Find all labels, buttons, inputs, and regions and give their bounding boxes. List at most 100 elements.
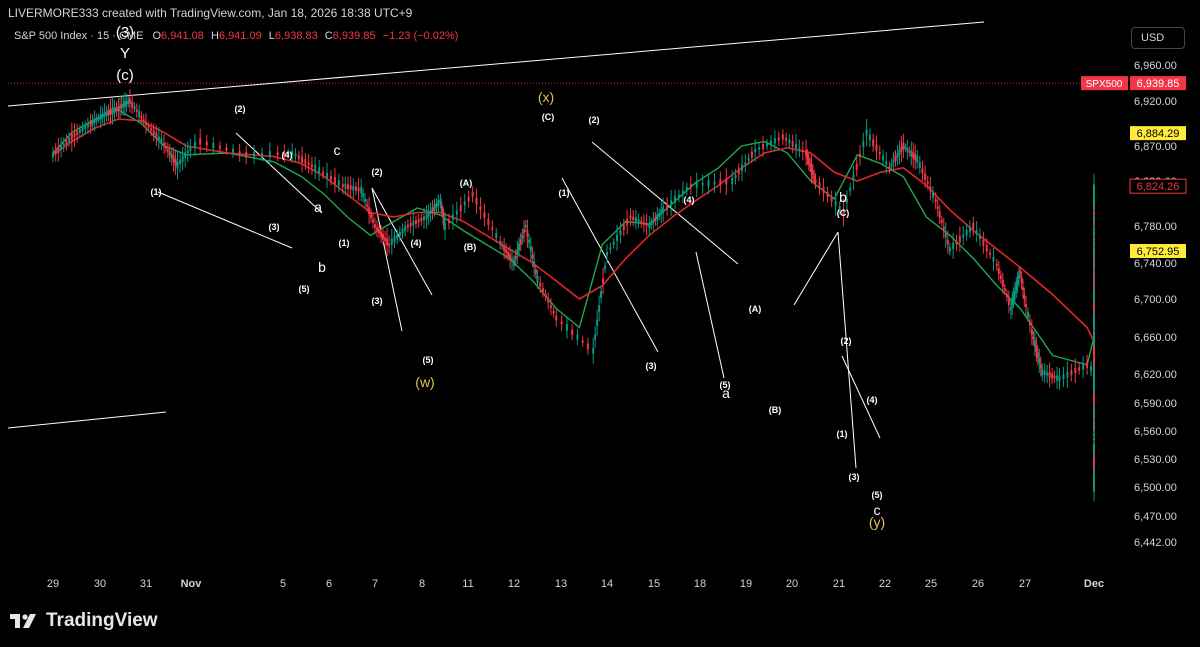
wave-label: Y — [120, 45, 130, 62]
price-candle — [912, 152, 915, 159]
price-candle — [918, 162, 921, 168]
y-tick-label: 6,870.00 — [1134, 141, 1177, 153]
symbol-legend[interactable]: S&P 500 Index · 15 · CME O6,941.08 H6,94… — [14, 30, 462, 42]
price-candle — [1078, 366, 1081, 371]
price-candle — [944, 232, 947, 238]
trendline[interactable] — [695, 251, 725, 379]
price-candle — [896, 153, 899, 158]
wave-label: (1) — [339, 238, 350, 248]
trendline[interactable] — [157, 191, 293, 249]
price-candle — [62, 143, 65, 146]
trendline[interactable] — [7, 411, 167, 429]
price-candle — [762, 144, 765, 150]
price-candle — [105, 111, 108, 116]
y-tick-label: 6,920.00 — [1134, 96, 1177, 108]
price-candle — [181, 155, 184, 162]
trendline[interactable] — [371, 187, 403, 332]
price-candle — [54, 150, 57, 155]
price-candle — [1051, 373, 1054, 379]
price-candle — [1058, 376, 1061, 382]
price-candle — [396, 234, 399, 240]
price-candle — [99, 114, 102, 120]
price-candle — [766, 143, 769, 147]
price-candle — [447, 219, 450, 224]
price-candle — [471, 192, 474, 197]
low-value: 6,938.83 — [274, 30, 318, 42]
price-candle — [785, 137, 788, 141]
price-candle — [297, 155, 300, 160]
price-candle — [179, 159, 182, 165]
price-candle — [882, 155, 885, 161]
price-candle — [420, 217, 423, 222]
price-candle — [985, 244, 988, 252]
price-candle — [604, 265, 607, 270]
price-candle — [932, 191, 935, 198]
price-candle — [626, 219, 629, 226]
price-candle — [965, 229, 968, 236]
price-candle — [89, 120, 92, 127]
price-candle — [533, 261, 536, 268]
wave-labels: (3) Y (c) (1) (2) (4) (3) (5) a b c (1) (2) (3) (4) (5)… — [116, 24, 885, 530]
wave-label: (x) — [538, 89, 554, 105]
price-candle — [654, 217, 657, 222]
price-candle — [648, 223, 651, 229]
price-candle — [326, 172, 329, 178]
price-candle — [1066, 371, 1069, 378]
price-candle — [1036, 352, 1039, 359]
price-candle — [652, 220, 655, 223]
price-candle — [875, 144, 878, 152]
price-candle — [754, 148, 757, 153]
price-candle — [598, 305, 601, 312]
close-value: 6,939.85 — [332, 30, 376, 42]
symbol-name[interactable]: S&P 500 Index · 15 · CME — [14, 30, 143, 42]
price-candle — [1082, 363, 1085, 370]
price-candle — [401, 228, 404, 234]
price-candle — [645, 223, 648, 227]
price-candle — [859, 153, 862, 158]
price-candle — [232, 148, 235, 154]
price-candle — [487, 218, 490, 225]
price-candle — [1093, 443, 1095, 451]
price-candle — [163, 143, 165, 146]
price-candle — [431, 207, 434, 213]
high-label: H — [210, 30, 219, 42]
price-candle — [145, 121, 147, 126]
price-candle — [97, 117, 100, 120]
price-candle — [364, 198, 367, 203]
price-candle — [586, 343, 589, 349]
price-candle — [70, 133, 73, 141]
price-candle — [773, 138, 776, 144]
price-candle — [352, 185, 355, 191]
price-candle — [455, 210, 458, 215]
price-candle — [184, 152, 187, 158]
currency-button[interactable]: USD — [1131, 27, 1185, 49]
y-tick-label: 6,740.00 — [1134, 258, 1177, 270]
trendlines[interactable] — [7, 21, 985, 469]
price-candle — [164, 146, 167, 149]
price-candle — [138, 110, 141, 117]
price-candle — [427, 212, 430, 217]
price-candle — [914, 154, 917, 161]
price-candle — [374, 224, 376, 228]
price-candle — [948, 246, 951, 252]
price-candle — [519, 239, 522, 245]
wave-label: (1) — [151, 187, 162, 197]
wave-label: (5) — [872, 490, 883, 500]
price-candle — [940, 219, 943, 223]
wave-label: (2) — [589, 115, 600, 125]
trendline[interactable] — [793, 231, 839, 306]
price-chart[interactable]: (3) Y (c) (1) (2) (4) (3) (5) a b c (1) (2) (3) (4) (5)… — [0, 0, 1200, 647]
price-candle — [526, 230, 529, 237]
price-candle — [349, 185, 352, 190]
y-tick-label: 6,620.00 — [1134, 369, 1177, 381]
price-candle — [807, 157, 810, 165]
price-candle — [674, 196, 677, 203]
price-candle — [1021, 287, 1024, 291]
wave-label: (A) — [749, 304, 762, 314]
price-candle — [894, 155, 897, 162]
price-candle — [1093, 396, 1095, 401]
price-candle — [541, 288, 544, 292]
price-candle — [357, 187, 360, 192]
tradingview-logo[interactable]: TradingView — [10, 610, 158, 632]
price-candle — [304, 159, 307, 164]
